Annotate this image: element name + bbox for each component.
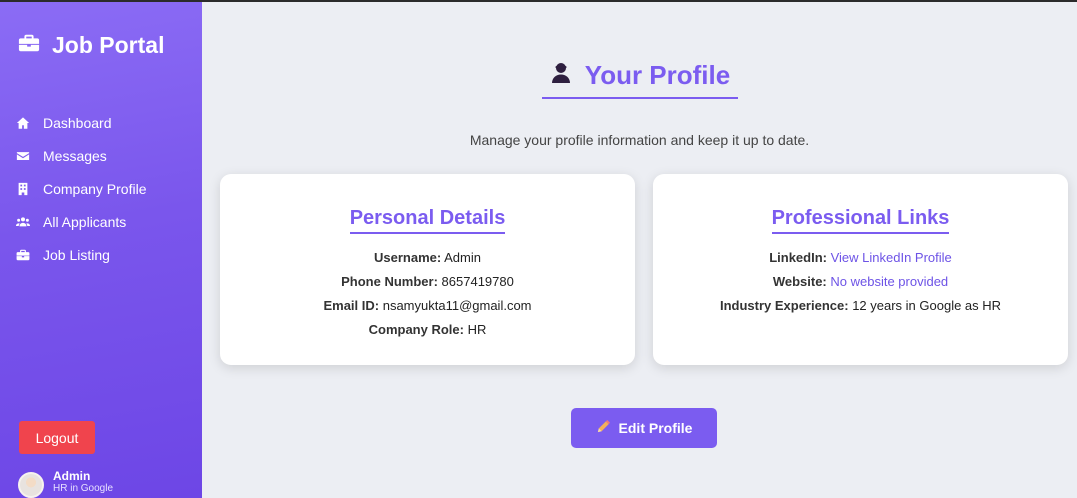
email-value: nsamyukta11@gmail.com bbox=[382, 298, 532, 313]
user-role: HR in Google bbox=[53, 483, 114, 494]
website-link[interactable]: No website provided bbox=[830, 274, 948, 289]
page-subtitle: Manage your profile information and keep… bbox=[469, 132, 810, 148]
sidebar-item-label: Messages bbox=[43, 147, 107, 164]
sidebar-item-dashboard[interactable]: Dashboard bbox=[16, 106, 147, 139]
experience-row: Industry Experience: 12 years in Google … bbox=[653, 294, 1068, 318]
sidebar-item-job-listing[interactable]: Job Listing bbox=[16, 238, 147, 271]
briefcase-icon bbox=[16, 248, 30, 262]
sidebar-item-label: Job Listing bbox=[43, 246, 110, 263]
avatar bbox=[18, 472, 44, 498]
sidebar-item-all-applicants[interactable]: All Applicants bbox=[16, 205, 147, 238]
website-label: Website: bbox=[772, 274, 827, 289]
page-title-wrap: Your Profile bbox=[541, 60, 738, 99]
page-header: Your Profile bbox=[202, 60, 1077, 99]
username-value: Admin bbox=[444, 250, 481, 265]
experience-value: 12 years in Google as HR bbox=[852, 298, 1002, 313]
linkedin-link[interactable]: View LinkedIn Profile bbox=[831, 250, 952, 265]
user-info[interactable]: Admin HR in Google bbox=[18, 470, 113, 498]
sidebar: Job Portal Dashboard Messages Company Pr… bbox=[0, 2, 202, 498]
app-title: Job Portal bbox=[52, 32, 165, 58]
sidebar-nav: Dashboard Messages Company Profile All A… bbox=[16, 106, 147, 271]
user-icon bbox=[549, 61, 585, 90]
username-row: Username: Admin bbox=[220, 246, 635, 270]
pencil-icon bbox=[596, 419, 619, 437]
sidebar-item-label: Dashboard bbox=[43, 114, 112, 131]
company-role-value: HR bbox=[467, 322, 487, 337]
sidebar-item-messages[interactable]: Messages bbox=[16, 139, 147, 172]
home-icon bbox=[16, 116, 30, 130]
company-role-row: Company Role: HR bbox=[220, 318, 635, 342]
company-role-label: Company Role: bbox=[368, 322, 464, 337]
edit-profile-label: Edit Profile bbox=[618, 420, 693, 436]
website-row: Website: No website provided bbox=[653, 270, 1068, 294]
logout-button[interactable]: Logout bbox=[19, 421, 95, 454]
phone-row: Phone Number: 8657419780 bbox=[220, 270, 635, 294]
linkedin-label: LinkedIn: bbox=[769, 250, 827, 265]
username-label: Username: bbox=[374, 250, 442, 265]
edit-profile-button[interactable]: Edit Profile bbox=[571, 408, 717, 448]
experience-label: Industry Experience: bbox=[719, 298, 849, 313]
personal-details-title: Personal Details bbox=[349, 207, 506, 234]
phone-value: 8657419780 bbox=[441, 274, 514, 289]
main-content: Your Profile Manage your profile informa… bbox=[202, 2, 1077, 498]
briefcase-icon bbox=[18, 32, 52, 59]
linkedin-row: LinkedIn: View LinkedIn Profile bbox=[653, 246, 1068, 270]
envelope-icon bbox=[16, 149, 30, 163]
sidebar-item-company-profile[interactable]: Company Profile bbox=[16, 172, 147, 205]
brand[interactable]: Job Portal bbox=[18, 32, 164, 59]
user-name: Admin bbox=[53, 469, 91, 483]
professional-links-title: Professional Links bbox=[771, 207, 950, 234]
sidebar-item-label: All Applicants bbox=[43, 213, 127, 230]
users-icon bbox=[16, 215, 30, 229]
building-icon bbox=[16, 182, 30, 196]
sidebar-item-label: Company Profile bbox=[43, 180, 147, 197]
professional-links-card: Professional Links LinkedIn: View Linked… bbox=[653, 174, 1068, 365]
page-title: Your Profile bbox=[584, 60, 731, 90]
email-label: Email ID: bbox=[323, 298, 380, 313]
personal-details-card: Personal Details Username: Admin Phone N… bbox=[220, 174, 635, 365]
email-row: Email ID: nsamyukta11@gmail.com bbox=[220, 294, 635, 318]
phone-label: Phone Number: bbox=[341, 274, 438, 289]
